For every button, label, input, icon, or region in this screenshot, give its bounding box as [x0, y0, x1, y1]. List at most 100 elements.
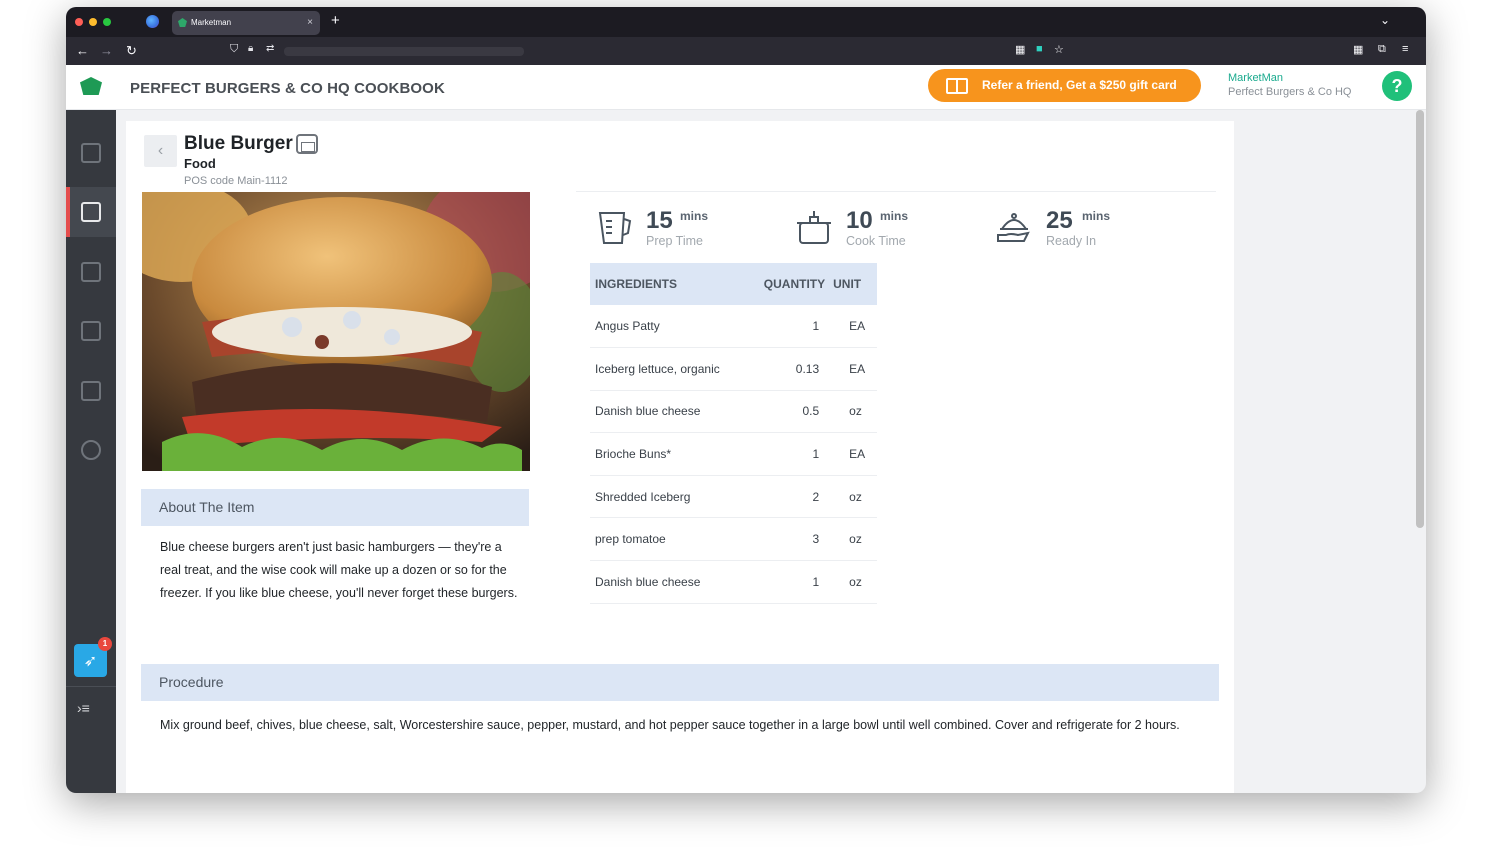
permissions-icon[interactable]: ⇄ [266, 43, 274, 54]
account-menu[interactable]: MarketMan Perfect Burgers & Co HQ [1228, 71, 1352, 99]
browser-window: Marketman × + ⌄ ← → ↻ ⛉ 🔒︎ ⇄ ▦ ■ ☆ ▦ ⧉ ≡… [66, 7, 1426, 793]
tracking-shield-icon[interactable]: ⛉ [230, 43, 238, 56]
ingredient-quantity: 0.5 [747, 390, 830, 434]
table-row: Brioche Buns* 1 EA [590, 432, 877, 476]
cook-time-label: Cook Time [846, 234, 906, 248]
recipe-name: Blue Burger [184, 133, 293, 154]
firefox-view-icon[interactable] [146, 15, 159, 28]
table-row: Danish blue cheese 1 oz [590, 560, 877, 604]
shopping-cart-icon [81, 143, 101, 163]
ingredients-table: INGREDIENTS QUANTITY UNIT Angus Patty 1 … [590, 263, 877, 604]
table-row: Angus Patty 1 EA [590, 305, 877, 349]
prep-time-label: Prep Time [646, 234, 703, 248]
recipe-category: Food [184, 156, 216, 171]
delivery-truck-icon [81, 262, 101, 282]
ingredient-name: Angus Patty [590, 305, 748, 349]
quantity-column-header: QUANTITY [747, 263, 830, 305]
ingredient-unit: oz [829, 560, 877, 604]
page-scrollbar-thumb[interactable] [1416, 110, 1424, 528]
sidebar-item-delivery[interactable] [66, 247, 116, 297]
gift-card-icon [946, 78, 968, 94]
apps-grid-icon[interactable]: ▦ [1353, 43, 1363, 56]
ingredient-quantity: 2 [747, 475, 830, 519]
back-arrow-icon[interactable]: ← [76, 42, 89, 60]
refer-friend-button[interactable]: Refer a friend, Get a $250 gift card [928, 69, 1201, 102]
burger-image [142, 192, 530, 471]
ingredient-name: Brioche Buns* [590, 432, 748, 476]
ingredient-name: Shredded Iceberg [590, 475, 748, 519]
section-divider [576, 191, 1216, 192]
extension-icon[interactable]: ■ [1036, 43, 1043, 55]
app-header: PERFECT BURGERS & CO HQ COOKBOOK Refer a… [66, 65, 1426, 110]
prep-time-value: 15 [646, 207, 673, 234]
sidebar-divider [66, 686, 116, 687]
about-description: Blue cheese burgers aren't just basic ha… [160, 540, 518, 600]
ingredient-unit: EA [829, 305, 877, 349]
ingredient-unit: oz [829, 390, 877, 434]
ingredient-unit: oz [829, 517, 877, 562]
ready-in-unit: mins [1082, 209, 1111, 223]
print-icon[interactable] [296, 134, 318, 154]
url-text-redacted[interactable] [284, 47, 524, 56]
marketman-favicon-icon [178, 18, 187, 27]
ingredients-column-header: INGREDIENTS [590, 263, 748, 305]
browser-nav-bar: ← → ↻ ⛉ 🔒︎ ⇄ ▦ ■ ☆ ▦ ⧉ ≡ [66, 37, 1426, 65]
gear-icon [81, 440, 101, 460]
ingredient-name: prep tomatoe [590, 517, 748, 562]
reload-icon[interactable]: ↻ [126, 42, 137, 60]
pos-code: POS code Main-1112 [184, 175, 288, 187]
bookmark-star-icon[interactable]: ☆ [1054, 43, 1064, 56]
close-window-button[interactable] [75, 18, 83, 26]
ingredient-unit: EA [829, 432, 877, 476]
inventory-clipboard-icon [81, 321, 101, 341]
table-row: Danish blue cheese 0.5 oz [590, 390, 877, 434]
tab-close-icon[interactable]: × [307, 11, 313, 35]
browser-tab-bar: Marketman × + ⌄ [66, 7, 1426, 37]
sidebar-item-inventory[interactable] [66, 306, 116, 356]
ingredient-quantity: 1 [747, 305, 830, 349]
help-button[interactable]: ? [1382, 71, 1412, 101]
refer-friend-label: Refer a friend, Get a $250 gift card [982, 78, 1177, 92]
whats-new-button[interactable]: ➶ 1 [74, 637, 112, 677]
sidebar-item-reports[interactable] [66, 366, 116, 416]
recipe-card: ‹ Blue Burger Food POS code Main-1112 Ab… [126, 121, 1234, 793]
sidebar-item-orders[interactable] [66, 128, 116, 178]
browser-tab-marketman[interactable]: Marketman × [172, 11, 320, 35]
user-name: MarketMan [1228, 72, 1284, 84]
cook-time: 10 mins Cook Time [796, 205, 976, 255]
minimize-window-button[interactable] [89, 18, 97, 26]
list-all-tabs-icon[interactable]: ⌄ [1380, 13, 1390, 27]
bar-chart-icon [81, 381, 101, 401]
extensions-puzzle-icon[interactable]: ⧉ [1378, 43, 1386, 56]
notification-badge: 1 [98, 637, 112, 651]
recipe-photo [142, 192, 530, 471]
user-organization: Perfect Burgers & Co HQ [1228, 86, 1352, 98]
ready-in-value: 25 [1046, 207, 1073, 234]
back-button[interactable]: ‹ [144, 135, 177, 167]
sidebar-item-recipes[interactable] [66, 187, 116, 237]
ingredient-name: Iceberg lettuce, organic [590, 347, 748, 391]
new-tab-button[interactable]: + [331, 12, 340, 29]
cook-time-unit: mins [880, 209, 909, 223]
sidebar-item-settings[interactable] [66, 425, 116, 475]
expand-sidebar-icon[interactable]: ›≡ [77, 700, 90, 716]
table-row: Iceberg lettuce, organic 0.13 EA [590, 347, 877, 391]
app-menu-icon[interactable]: ≡ [1402, 43, 1408, 55]
url-bar[interactable]: ⛉ 🔒︎ ⇄ [222, 43, 524, 59]
ready-in-time: 25 mins Ready In [996, 205, 1176, 255]
prep-time-unit: mins [680, 209, 709, 223]
forward-arrow-icon[interactable]: → [100, 42, 113, 60]
table-row: prep tomatoe 3 oz [590, 517, 877, 562]
rocket-icon: ➶ [83, 652, 98, 670]
ingredient-quantity: 1 [747, 560, 830, 604]
maximize-window-button[interactable] [103, 18, 111, 26]
ingredient-quantity: 1 [747, 432, 830, 476]
ingredient-quantity: 0.13 [747, 347, 830, 391]
prep-time: 15 mins Prep Time [596, 205, 776, 255]
ingredient-name: Danish blue cheese [590, 560, 748, 604]
lock-icon[interactable]: 🔒︎ [248, 43, 253, 54]
ingredient-name: Danish blue cheese [590, 390, 748, 434]
procedure-section-header: Procedure [141, 664, 1219, 701]
extensions-grid-icon[interactable]: ▦ [1015, 43, 1025, 56]
marketman-logo-icon[interactable] [80, 77, 102, 95]
